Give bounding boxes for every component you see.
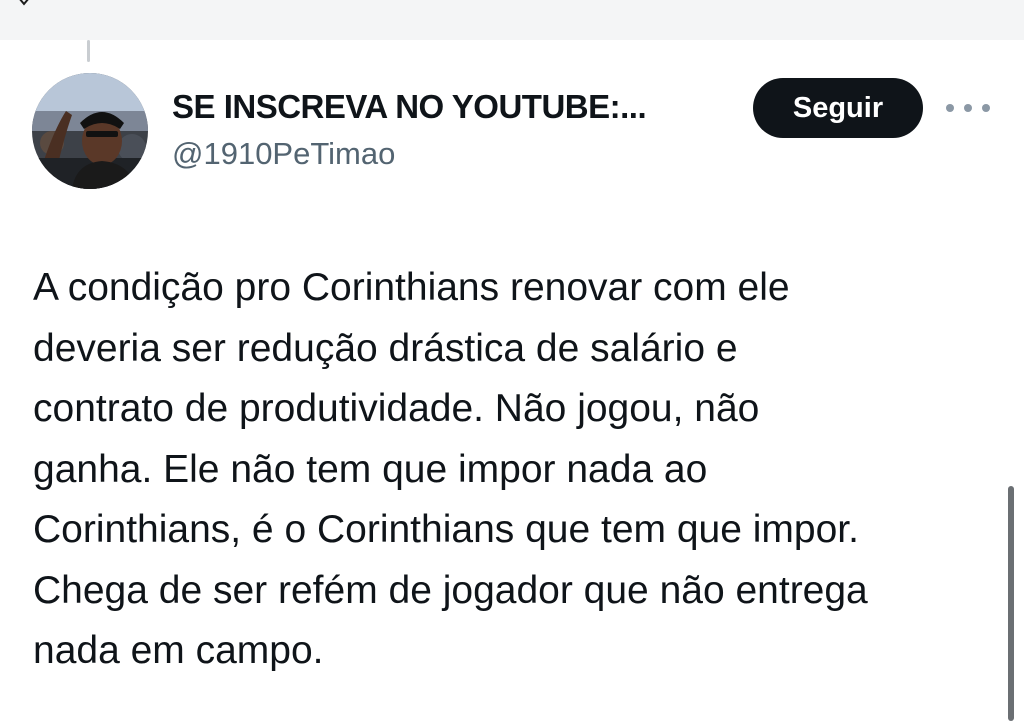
dot — [982, 104, 990, 112]
previous-post-edge — [0, 0, 1024, 40]
tweet-text: A condição pro Corinthians renovar com e… — [33, 266, 868, 672]
follow-button[interactable]: Seguir — [753, 78, 923, 138]
author-display-name[interactable]: SE INSCREVA NO YOUTUBE:... — [172, 88, 647, 126]
avatar[interactable] — [32, 73, 148, 189]
author-handle[interactable]: @1910PeTimao — [172, 136, 395, 172]
more-options-icon[interactable] — [946, 96, 990, 120]
scrollbar[interactable] — [1008, 486, 1014, 721]
profile-photo-icon — [32, 73, 148, 189]
dot — [946, 104, 954, 112]
dot — [964, 104, 972, 112]
thread-connector-line — [87, 40, 90, 62]
chevron-down-icon — [19, 0, 29, 6]
